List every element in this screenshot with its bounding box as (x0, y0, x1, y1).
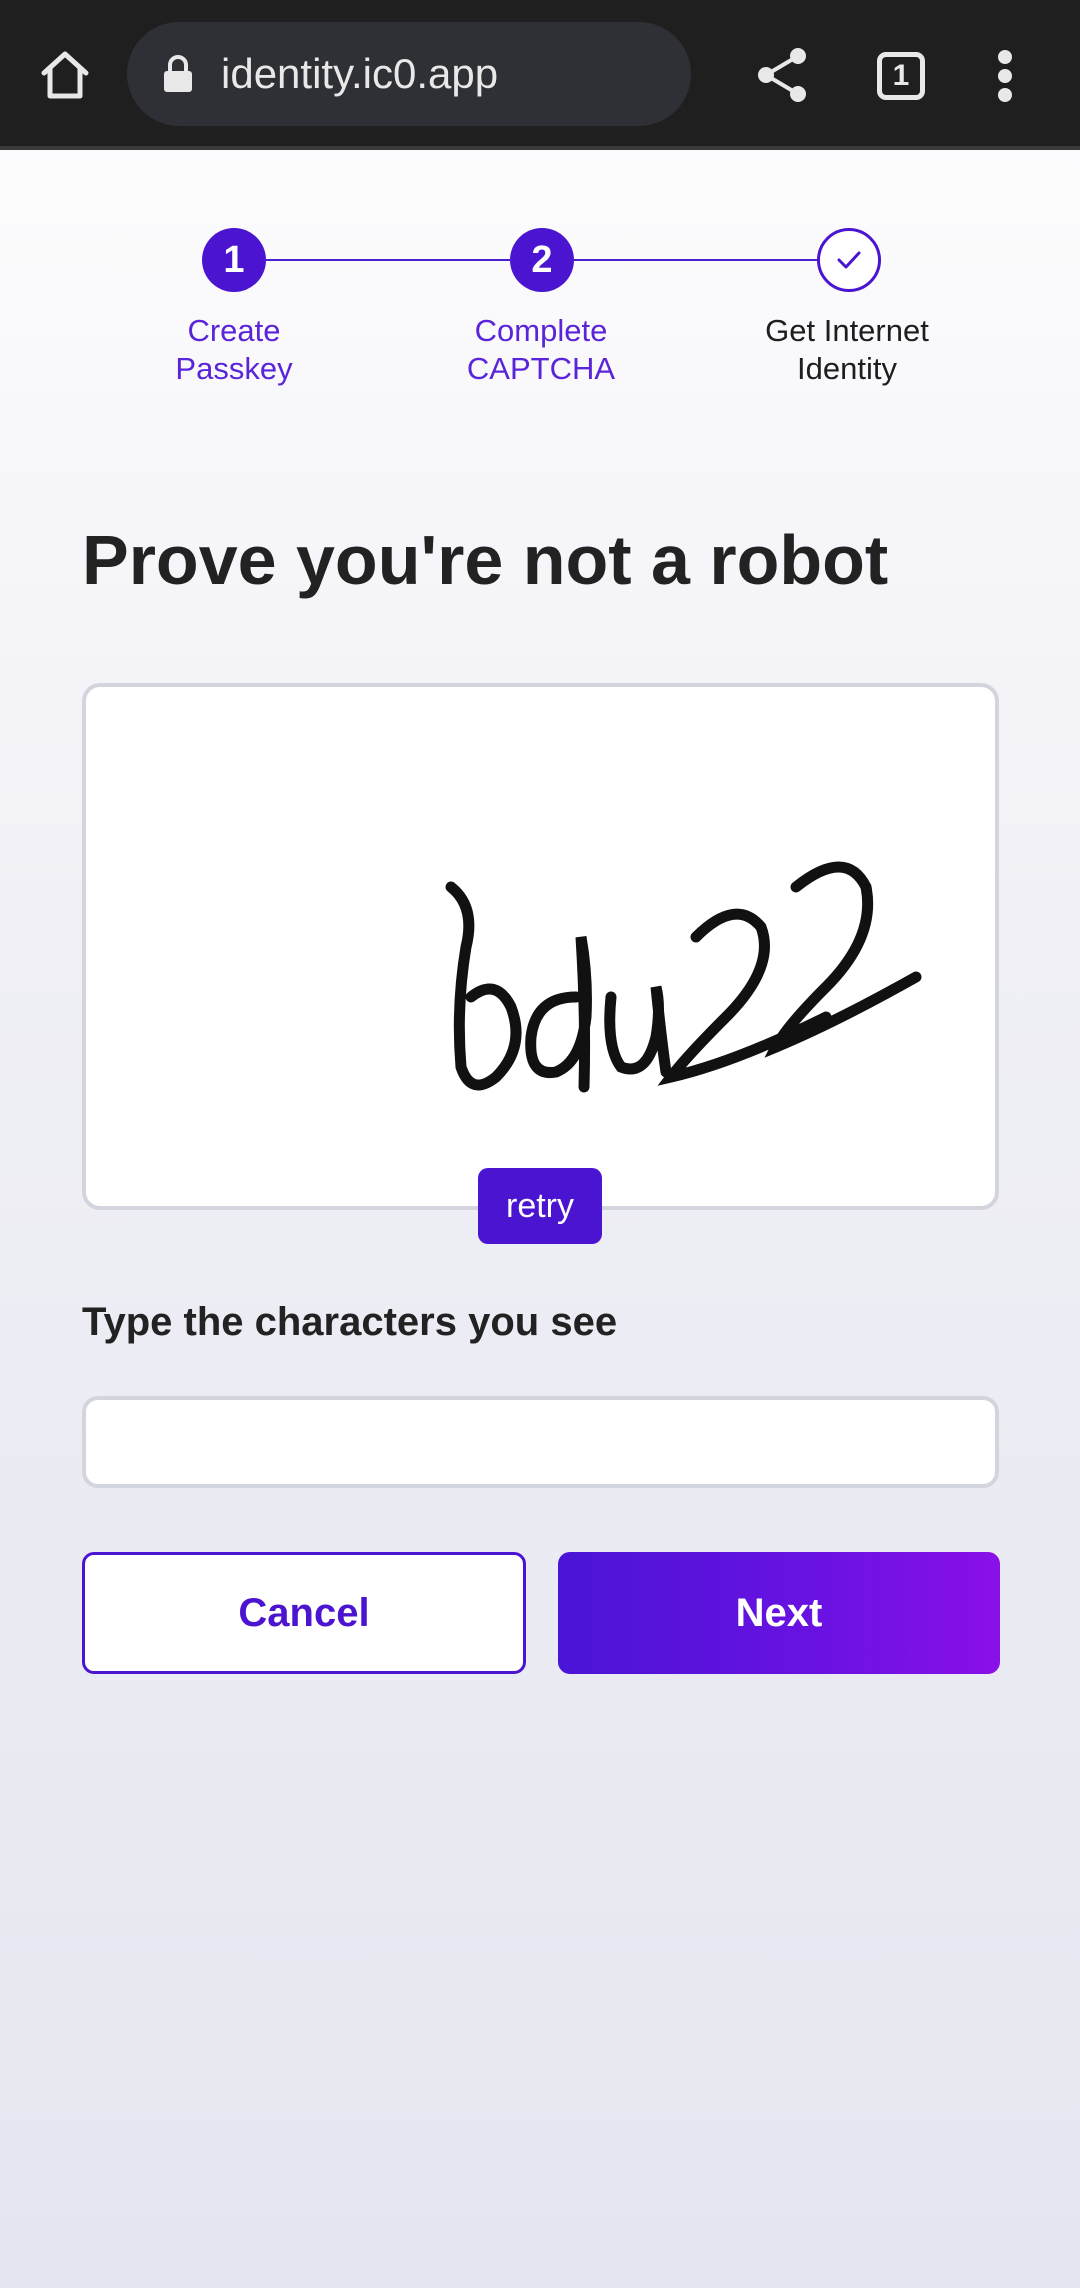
captcha-field-label: Type the characters you see (82, 1300, 618, 1344)
step-3-indicator (817, 228, 881, 292)
step-connector (266, 259, 510, 261)
step-2-indicator: 2 (510, 228, 574, 292)
captcha-input[interactable] (82, 1396, 999, 1488)
step-1-label: Create Passkey (175, 313, 293, 386)
tab-count: 1 (892, 59, 910, 92)
step-connector (574, 259, 818, 261)
address-bar[interactable]: identity.ic0.app (127, 22, 691, 126)
tab-switcher-button[interactable]: 1 (877, 52, 925, 100)
retry-captcha-button[interactable]: retry (478, 1168, 602, 1244)
check-icon (837, 251, 861, 269)
home-icon[interactable] (30, 40, 100, 110)
cancel-button[interactable]: Cancel (82, 1552, 526, 1674)
step-3-label: Get Internet Identity (765, 313, 929, 386)
share-icon[interactable] (752, 44, 814, 106)
step-2-label: Complete CAPTCHA (466, 313, 616, 386)
step-1-indicator: 1 (202, 228, 266, 292)
next-button[interactable]: Next (558, 1552, 1000, 1674)
progress-stepper: 1 2 Create Passkey Complete CAPTCHA Get … (0, 150, 1080, 410)
url-text: identity.ic0.app (221, 50, 499, 97)
lock-icon (164, 55, 192, 92)
browser-toolbar: identity.ic0.app 1 (0, 0, 1080, 150)
captcha-image-frame: bdu22 (82, 683, 999, 1210)
page-title: Prove you're not a robot (82, 521, 889, 599)
more-options-icon[interactable] (990, 50, 1020, 102)
captcha-image: bdu22 (445, 861, 922, 1093)
